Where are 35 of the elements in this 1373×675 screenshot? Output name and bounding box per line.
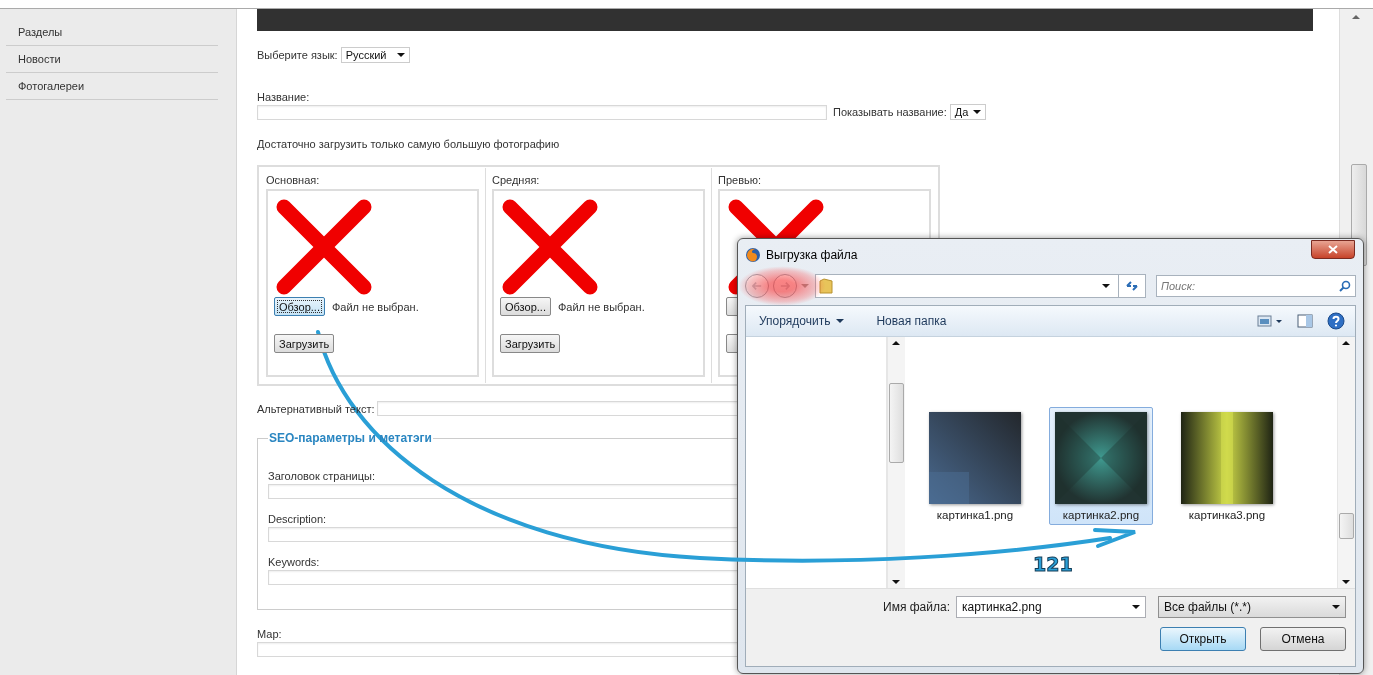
- annotation-label: 121: [1033, 553, 1073, 575]
- file-item[interactable]: картинка1.png: [923, 407, 1027, 525]
- upload-button[interactable]: Загрузить: [500, 334, 561, 353]
- file-item[interactable]: картинка2.png: [1049, 407, 1153, 525]
- browse-button[interactable]: Обзор...: [500, 297, 551, 316]
- organize-menu[interactable]: Упорядочить: [756, 312, 848, 330]
- sidebar-item[interactable]: Фотогалереи: [6, 73, 218, 100]
- field-label: Средняя:: [492, 174, 541, 186]
- field-label: Мар:: [257, 628, 282, 640]
- field-label: Название:: [257, 91, 310, 103]
- show-name-select[interactable]: Да: [949, 104, 987, 120]
- field-label: Основная:: [266, 174, 321, 186]
- language-select[interactable]: Русский: [340, 47, 410, 63]
- filename-field[interactable]: картинка2.png: [956, 596, 1146, 618]
- field-label: Превью:: [718, 174, 763, 186]
- sidebar-item[interactable]: Разделы: [6, 19, 218, 46]
- field-label: Keywords:: [268, 556, 320, 568]
- file-item[interactable]: картинка3.png: [1175, 407, 1279, 525]
- new-folder-button[interactable]: Новая папка: [873, 312, 950, 330]
- sidebar-item[interactable]: Новости: [6, 46, 218, 73]
- file-type-select[interactable]: Все файлы (*.*): [1158, 596, 1346, 618]
- browse-button[interactable]: Обзор...: [274, 297, 325, 316]
- field-label: Показывать название:: [833, 106, 947, 118]
- hint-text: Достаточно загрузить только самую большую фотографию: [257, 138, 560, 150]
- field-label: Выберите язык:: [257, 49, 338, 61]
- open-button[interactable]: Открыть: [1160, 627, 1246, 651]
- field-label: Имя файла:: [883, 600, 950, 614]
- field-label: Заголовок страницы:: [268, 470, 376, 482]
- file-status: Файл не выбран.: [557, 300, 645, 313]
- field-label: Description:: [268, 513, 327, 525]
- cancel-button[interactable]: Отмена: [1260, 627, 1346, 651]
- upload-button[interactable]: Загрузить: [274, 334, 335, 353]
- search-field[interactable]: Поиск:: [1156, 275, 1356, 297]
- dialog-title: Выгрузка файла: [766, 248, 858, 262]
- file-status: Файл не выбран.: [331, 300, 419, 313]
